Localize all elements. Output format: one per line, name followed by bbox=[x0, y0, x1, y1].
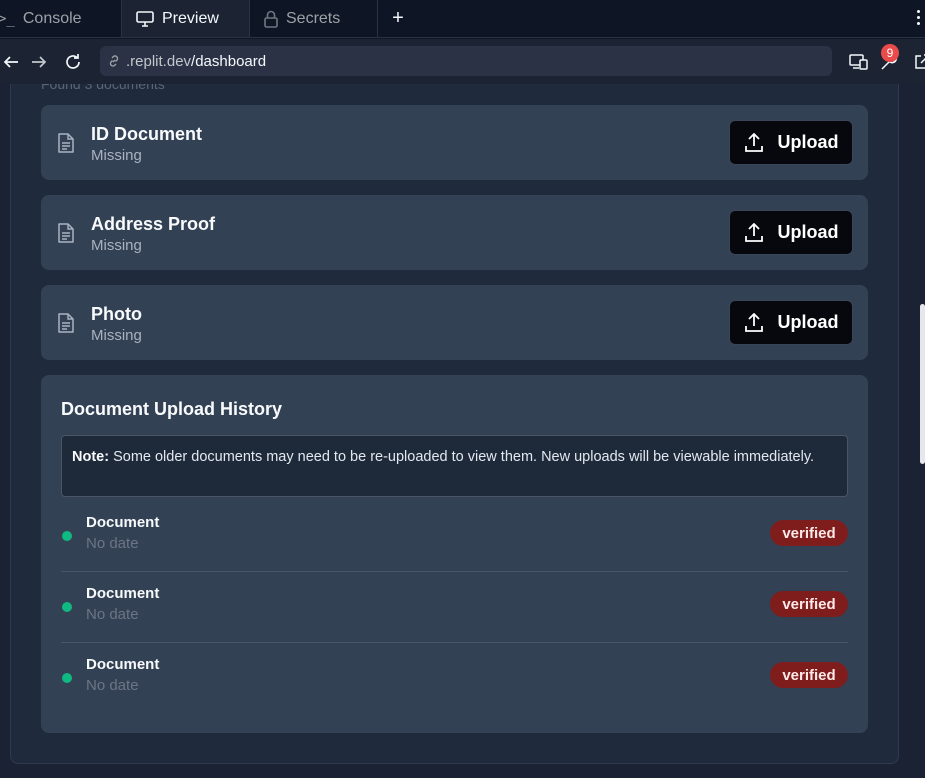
notification-badge: 9 bbox=[881, 44, 899, 62]
history-title: Document Upload History bbox=[61, 399, 283, 419]
reload-icon bbox=[66, 53, 80, 69]
tab-label: Preview bbox=[162, 9, 219, 27]
document-card-id: ID Document Missing Upload bbox=[41, 105, 868, 180]
status-badge: verified bbox=[770, 520, 848, 546]
tab-preview[interactable]: Preview bbox=[122, 0, 250, 37]
document-status: Missing bbox=[91, 147, 142, 164]
status-dot bbox=[62, 673, 72, 683]
arrow-left-icon bbox=[3, 55, 18, 68]
scrollbar-thumb[interactable] bbox=[920, 304, 925, 464]
upload-history-card: Document Upload History Note: Some older… bbox=[41, 375, 868, 733]
file-text-icon bbox=[58, 223, 74, 243]
arrow-right-icon bbox=[32, 55, 47, 68]
terminal-icon: >_ bbox=[0, 10, 15, 27]
document-card-photo: Photo Missing Upload bbox=[41, 285, 868, 360]
history-doc-name: Document bbox=[86, 514, 160, 531]
tab-label: Console bbox=[22, 9, 82, 27]
upload-icon bbox=[744, 222, 763, 242]
status-badge: verified bbox=[770, 662, 848, 688]
link-icon bbox=[109, 55, 119, 67]
documents-count-label: Found 3 documents bbox=[41, 84, 165, 92]
history-row: Document No date verified bbox=[61, 501, 848, 572]
document-title: ID Document bbox=[91, 124, 203, 144]
reload-button[interactable] bbox=[56, 45, 90, 79]
tab-console[interactable]: >_ Console bbox=[0, 0, 122, 37]
preview-page: Found 3 documents ID Document Missing Up… bbox=[0, 84, 925, 778]
status-badge: verified bbox=[770, 591, 848, 617]
status-dot bbox=[62, 531, 72, 541]
history-note: Note: Some older documents may need to b… bbox=[61, 435, 848, 497]
url-host: .replit.dev bbox=[126, 52, 192, 70]
history-row: Document No date verified bbox=[61, 572, 848, 643]
upload-button[interactable]: Upload bbox=[729, 300, 853, 345]
document-status: Missing bbox=[91, 237, 142, 254]
devices-icon bbox=[849, 53, 868, 70]
history-doc-name: Document bbox=[86, 585, 160, 602]
tab-label: Secrets bbox=[286, 9, 341, 27]
status-dot bbox=[62, 602, 72, 612]
history-doc-date: No date bbox=[86, 606, 139, 623]
note-label: Note: bbox=[72, 449, 110, 465]
upload-label: Upload bbox=[777, 132, 839, 152]
history-doc-name: Document bbox=[86, 656, 160, 673]
document-status: Missing bbox=[91, 327, 142, 344]
document-title: Photo bbox=[91, 304, 142, 324]
forward-button[interactable] bbox=[22, 45, 56, 79]
tab-secrets[interactable]: Secrets bbox=[250, 0, 378, 37]
external-link-icon bbox=[915, 53, 925, 69]
history-doc-date: No date bbox=[86, 677, 139, 694]
monitor-icon bbox=[136, 10, 154, 27]
more-options-icon[interactable] bbox=[917, 10, 921, 25]
upload-label: Upload bbox=[777, 222, 839, 242]
file-text-icon bbox=[58, 313, 74, 333]
upload-button[interactable]: Upload bbox=[729, 120, 853, 165]
upload-button[interactable]: Upload bbox=[729, 210, 853, 255]
history-doc-date: No date bbox=[86, 535, 139, 552]
document-card-address: Address Proof Missing Upload bbox=[41, 195, 868, 270]
upload-label: Upload bbox=[777, 312, 839, 332]
upload-icon bbox=[744, 132, 763, 152]
upload-icon bbox=[744, 312, 763, 332]
address-bar[interactable]: .replit.dev/dashboard bbox=[100, 46, 832, 76]
history-row: Document No date verified bbox=[61, 643, 848, 714]
file-text-icon bbox=[58, 133, 74, 153]
page-scrollbar[interactable] bbox=[919, 84, 925, 778]
url-path: /dashboard bbox=[191, 52, 267, 70]
open-new-tab-button[interactable] bbox=[905, 45, 925, 79]
lock-icon bbox=[264, 10, 278, 28]
back-button[interactable] bbox=[0, 45, 22, 79]
devices-button[interactable] bbox=[842, 45, 876, 79]
add-tab-button[interactable]: + bbox=[378, 0, 418, 37]
workspace-tab-bar: >_ Console Preview Secrets + bbox=[0, 0, 925, 38]
preview-toolbar: .replit.dev/dashboard bbox=[0, 39, 925, 84]
document-title: Address Proof bbox=[91, 214, 216, 234]
note-text: Some older documents may need to be re-u… bbox=[109, 449, 815, 465]
